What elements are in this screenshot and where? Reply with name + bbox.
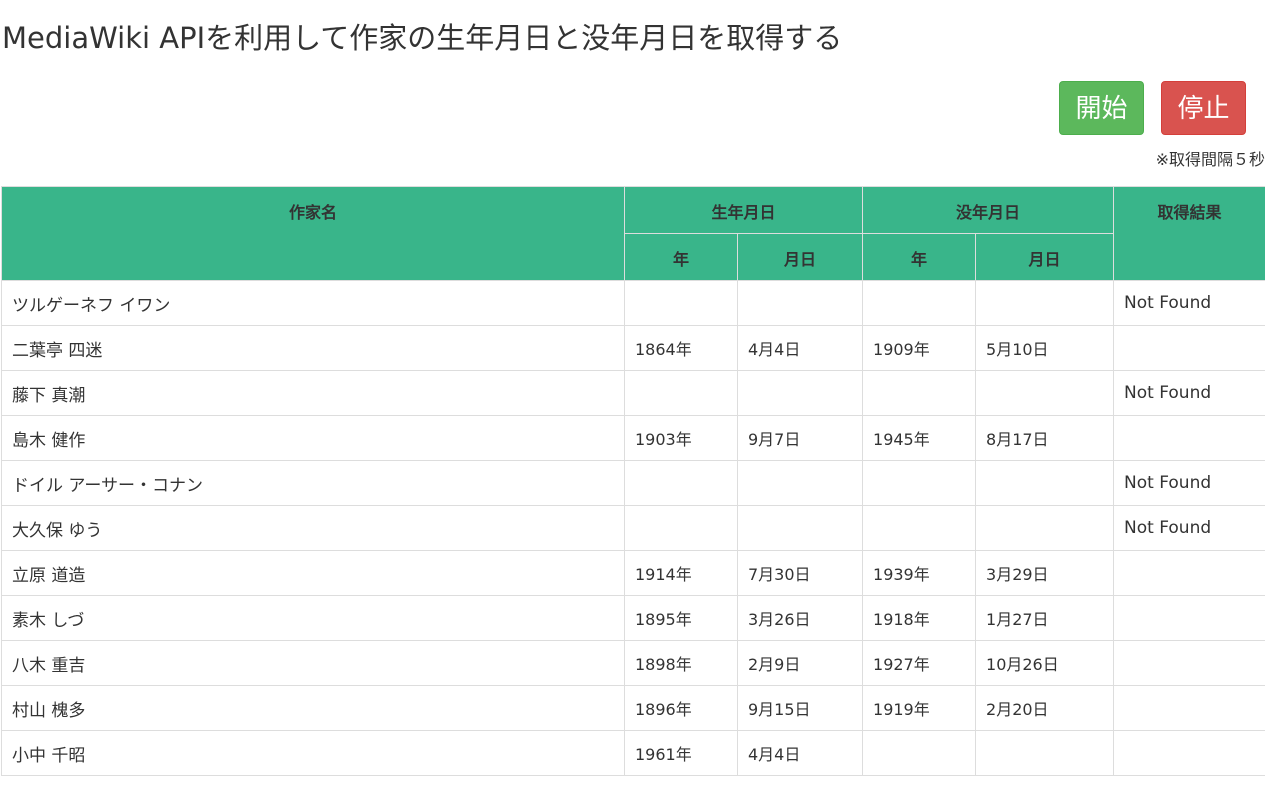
table-row: 藤下 真潮 Not Found xyxy=(1,370,1265,416)
stop-button[interactable]: 停止 xyxy=(1161,81,1246,135)
birth-year-cell xyxy=(624,280,738,326)
result-cell xyxy=(1113,730,1265,776)
result-cell xyxy=(1113,595,1265,641)
table-row: 素木 しづ 1895年 3月26日 1918年 1月27日 xyxy=(1,595,1265,641)
table-row: 立原 道造 1914年 7月30日 1939年 3月29日 xyxy=(1,550,1265,596)
birth-year-cell xyxy=(624,505,738,551)
author-name-cell: 村山 槐多 xyxy=(1,685,625,731)
death-year-cell: 1927年 xyxy=(862,640,977,686)
result-cell xyxy=(1113,325,1265,371)
death-year-cell xyxy=(862,370,977,416)
death-monthday-cell: 1月27日 xyxy=(975,595,1115,641)
death-monthday-cell xyxy=(975,280,1115,326)
page: MediaWiki APIを利用して作家の生年月日と没年月日を取得する 開始 停… xyxy=(0,0,1265,787)
death-monthday-cell: 10月26日 xyxy=(975,640,1115,686)
page-title: MediaWiki APIを利用して作家の生年月日と没年月日を取得する xyxy=(2,21,843,55)
header-death-monthday: 月日 xyxy=(975,233,1115,281)
result-cell: Not Found xyxy=(1113,460,1265,506)
birth-monthday-cell xyxy=(736,370,864,416)
result-cell: Not Found xyxy=(1113,280,1265,326)
table-row: 八木 重吉 1898年 2月9日 1927年 10月26日 xyxy=(1,640,1265,686)
author-name-cell: 藤下 真潮 xyxy=(1,370,625,416)
result-cell xyxy=(1113,415,1265,461)
table-row: 村山 槐多 1896年 9月15日 1919年 2月20日 xyxy=(1,685,1265,731)
death-year-cell: 1918年 xyxy=(862,595,977,641)
death-year-cell xyxy=(862,730,977,776)
author-name-cell: 素木 しづ xyxy=(1,595,625,641)
birth-monthday-cell: 2月9日 xyxy=(736,640,864,686)
author-name-cell: 八木 重吉 xyxy=(1,640,625,686)
author-name-cell: 小中 千昭 xyxy=(1,730,625,776)
death-year-cell xyxy=(862,460,977,506)
death-year-cell: 1909年 xyxy=(862,325,977,371)
interval-note: ※取得間隔５秒 xyxy=(1155,150,1265,169)
birth-monthday-cell: 3月26日 xyxy=(736,595,864,641)
header-result: 取得結果 xyxy=(1113,186,1265,281)
result-cell xyxy=(1113,685,1265,731)
birth-monthday-cell xyxy=(736,460,864,506)
author-name-cell: ドイル アーサー・コナン xyxy=(1,460,625,506)
death-year-cell: 1945年 xyxy=(862,415,977,461)
birth-monthday-cell xyxy=(736,505,864,551)
birth-year-cell: 1895年 xyxy=(624,595,738,641)
header-death-year: 年 xyxy=(862,233,977,281)
author-name-cell: 大久保 ゆう xyxy=(1,505,625,551)
death-year-cell xyxy=(862,280,977,326)
birth-year-cell: 1961年 xyxy=(624,730,738,776)
table-row: ドイル アーサー・コナン Not Found xyxy=(1,460,1265,506)
death-year-cell: 1939年 xyxy=(862,550,977,596)
death-monthday-cell xyxy=(975,505,1115,551)
death-year-cell: 1919年 xyxy=(862,685,977,731)
birth-monthday-cell: 4月4日 xyxy=(736,730,864,776)
birth-year-cell xyxy=(624,370,738,416)
death-monthday-cell: 8月17日 xyxy=(975,415,1115,461)
author-name-cell: 二葉亭 四迷 xyxy=(1,325,625,371)
birth-monthday-cell xyxy=(736,280,864,326)
birth-year-cell: 1864年 xyxy=(624,325,738,371)
death-monthday-cell: 3月29日 xyxy=(975,550,1115,596)
result-cell xyxy=(1113,640,1265,686)
table-header: 作家名 生年月日 没年月日 取得結果 年 月日 年 月日 xyxy=(1,186,1265,281)
table-row: 二葉亭 四迷 1864年 4月4日 1909年 5月10日 xyxy=(1,325,1265,371)
birth-year-cell: 1896年 xyxy=(624,685,738,731)
birth-monthday-cell: 9月15日 xyxy=(736,685,864,731)
death-monthday-cell xyxy=(975,730,1115,776)
start-button[interactable]: 開始 xyxy=(1059,81,1144,135)
table-row: 小中 千昭 1961年 4月4日 xyxy=(1,730,1265,776)
death-monthday-cell: 2月20日 xyxy=(975,685,1115,731)
result-cell: Not Found xyxy=(1113,505,1265,551)
header-author: 作家名 xyxy=(1,186,625,281)
author-name-cell: 島木 健作 xyxy=(1,415,625,461)
header-row-top: 作家名 生年月日 没年月日 取得結果 xyxy=(1,186,1265,281)
header-birth: 生年月日 xyxy=(623,186,864,234)
death-year-cell xyxy=(862,505,977,551)
birth-year-cell: 1914年 xyxy=(624,550,738,596)
author-name-cell: 立原 道造 xyxy=(1,550,625,596)
birth-year-cell: 1903年 xyxy=(624,415,738,461)
table-row: 島木 健作 1903年 9月7日 1945年 8月17日 xyxy=(1,415,1265,461)
header-death: 没年月日 xyxy=(862,186,1115,234)
result-cell: Not Found xyxy=(1113,370,1265,416)
header-birth-year: 年 xyxy=(624,233,738,281)
birth-year-cell xyxy=(624,460,738,506)
table-row: ツルゲーネフ イワン Not Found xyxy=(1,280,1265,326)
header-birth-monthday: 月日 xyxy=(736,233,864,281)
table-body: ツルゲーネフ イワン Not Found 二葉亭 四迷 1864年 4月4日 1909年 5… xyxy=(1,280,1265,776)
result-cell xyxy=(1113,550,1265,596)
author-name-cell: ツルゲーネフ イワン xyxy=(1,280,625,326)
birth-year-cell: 1898年 xyxy=(624,640,738,686)
death-monthday-cell xyxy=(975,460,1115,506)
death-monthday-cell xyxy=(975,370,1115,416)
death-monthday-cell: 5月10日 xyxy=(975,325,1115,371)
birth-monthday-cell: 7月30日 xyxy=(736,550,864,596)
birth-monthday-cell: 9月7日 xyxy=(736,415,864,461)
table-row: 大久保 ゆう Not Found xyxy=(1,505,1265,551)
birth-monthday-cell: 4月4日 xyxy=(736,325,864,371)
results-table: 作家名 生年月日 没年月日 取得結果 年 月日 年 月日 ツルゲーネフ イワン N… xyxy=(1,186,1265,776)
